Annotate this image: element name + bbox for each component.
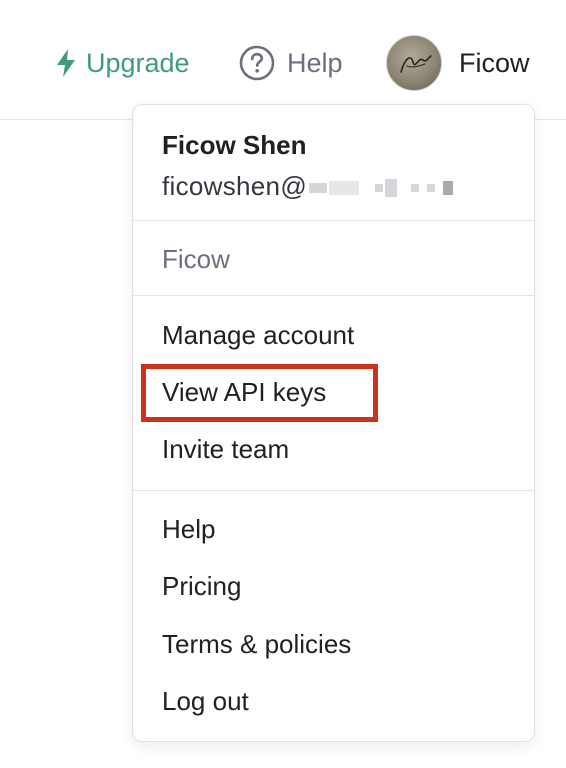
account-dropdown-menu: Ficow Shen ficowshen@ Ficow Manage accou…: [132, 104, 535, 742]
user-menu-button[interactable]: Ficow: [386, 35, 530, 91]
menu-item-pricing[interactable]: Pricing: [162, 570, 241, 602]
user-avatar: [386, 35, 442, 91]
highlight-box: [141, 364, 378, 422]
user-email: ficowshen@: [162, 170, 454, 202]
user-email-visible: ficowshen@: [162, 171, 308, 201]
email-redaction: [307, 171, 454, 201]
menu-item-terms-policies[interactable]: Terms & policies: [162, 628, 351, 660]
menu-divider: [133, 220, 534, 221]
help-label: Help: [287, 47, 343, 78]
upgrade-label: Upgrade: [86, 47, 190, 78]
menu-item-log-out[interactable]: Log out: [162, 685, 249, 717]
user-full-name: Ficow Shen: [162, 130, 307, 160]
lightning-bolt-icon: [54, 48, 78, 78]
user-label: Ficow: [459, 47, 530, 78]
menu-divider: [133, 295, 534, 296]
question-circle-icon: [239, 45, 275, 81]
top-navbar: Upgrade Help Ficow: [0, 0, 566, 120]
organization-name: Ficow: [162, 244, 230, 274]
menu-divider: [133, 490, 534, 491]
upgrade-link[interactable]: Upgrade: [54, 40, 190, 86]
menu-item-invite-team[interactable]: Invite team: [162, 433, 289, 465]
help-link[interactable]: Help: [239, 40, 343, 86]
menu-item-help[interactable]: Help: [162, 513, 215, 545]
page: Upgrade Help Ficow Ficow Shen ficowshen@…: [0, 0, 566, 768]
menu-item-manage-account[interactable]: Manage account: [162, 319, 354, 351]
